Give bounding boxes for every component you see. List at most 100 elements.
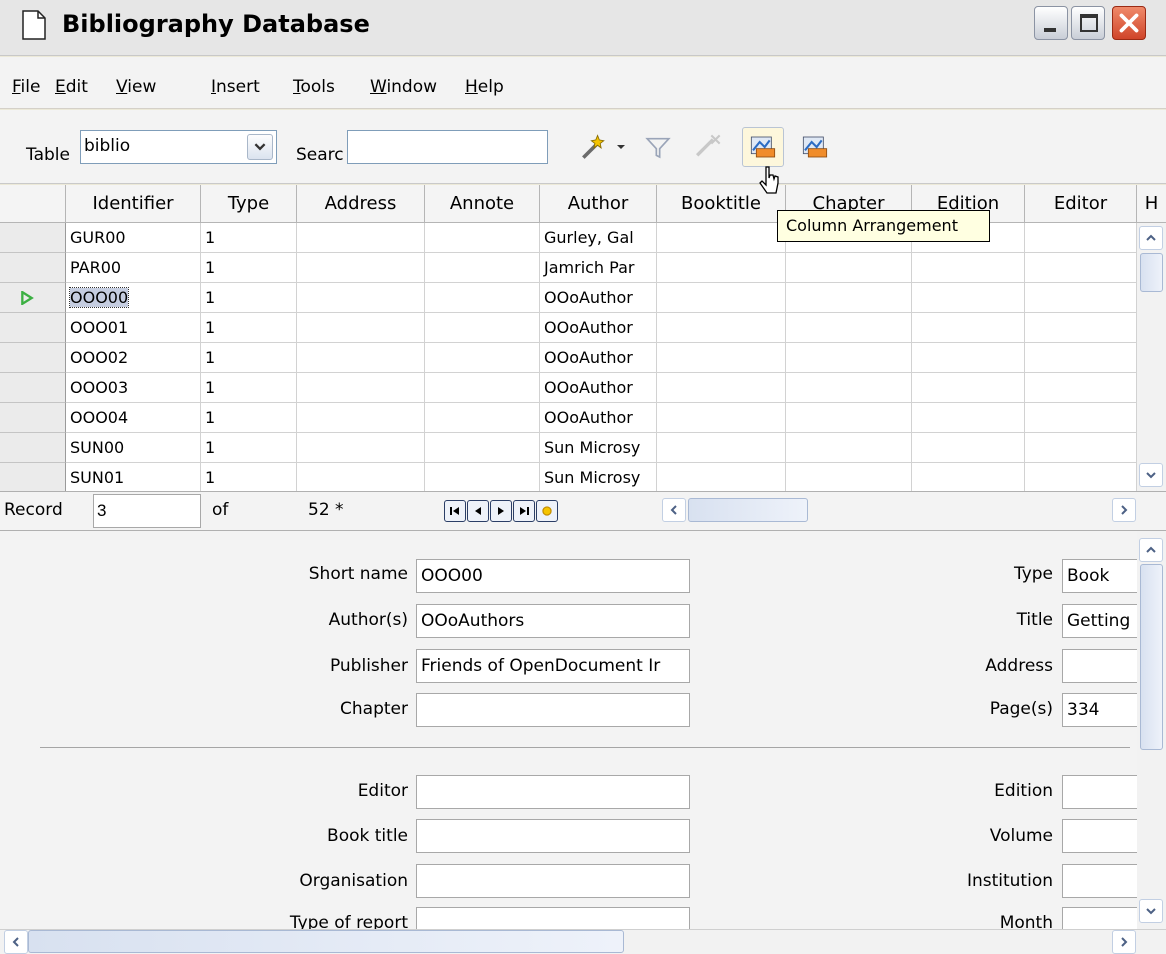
table-cell[interactable] — [425, 253, 540, 283]
column-header-annote[interactable]: Annote — [425, 185, 540, 223]
table-cell[interactable] — [297, 373, 425, 403]
table-cell[interactable]: Gurley, Gal — [540, 223, 657, 253]
table-cell[interactable] — [912, 463, 1025, 493]
table-cell[interactable]: OOoAuthor — [540, 373, 657, 403]
next-record-button[interactable] — [490, 500, 512, 522]
form-scroll-up-button[interactable] — [1139, 538, 1163, 562]
grid-scroll-thumb[interactable] — [1140, 253, 1163, 292]
data-source-icon[interactable] — [797, 129, 833, 165]
table-cell[interactable] — [425, 463, 540, 493]
table-cell[interactable]: OOO02 — [66, 343, 201, 373]
dropdown-arrow-icon[interactable] — [611, 129, 631, 165]
table-cell[interactable] — [297, 223, 425, 253]
table-cell[interactable]: 1 — [201, 343, 297, 373]
table-cell[interactable] — [1025, 373, 1137, 403]
table-cell[interactable] — [786, 403, 912, 433]
table-cell[interactable] — [912, 403, 1025, 433]
table-cell[interactable] — [786, 433, 912, 463]
table-cell[interactable]: OOoAuthor — [540, 403, 657, 433]
row-selector[interactable] — [0, 313, 66, 343]
type-select[interactable]: Book — [1062, 559, 1142, 593]
organisation-input[interactable] — [416, 864, 690, 898]
title-bar[interactable]: Bibliography Database — [0, 0, 1166, 56]
form-scroll-down-button[interactable] — [1139, 899, 1163, 923]
table-cell[interactable] — [657, 283, 786, 313]
form-scroll-left-button[interactable] — [4, 930, 28, 954]
edition-input[interactable] — [1062, 775, 1142, 809]
scroll-down-button[interactable] — [1139, 463, 1163, 487]
table-cell[interactable]: Sun Microsy — [540, 463, 657, 493]
menu-window[interactable]: Window — [370, 77, 437, 97]
month-input[interactable] — [1062, 907, 1142, 929]
menu-insert[interactable]: Insert — [211, 77, 260, 97]
first-record-button[interactable] — [444, 500, 466, 522]
table-cell[interactable]: SUN01 — [66, 463, 201, 493]
row-selector[interactable] — [0, 463, 66, 493]
record-number-input[interactable] — [93, 494, 201, 528]
table-cell[interactable] — [1025, 343, 1137, 373]
new-record-button[interactable] — [536, 500, 558, 522]
column-header-h[interactable]: H — [1137, 185, 1166, 223]
authors-input[interactable]: OOoAuthors — [416, 604, 690, 638]
table-cell[interactable] — [297, 343, 425, 373]
column-header-editor[interactable]: Editor — [1025, 185, 1137, 223]
menu-edit[interactable]: Edit — [55, 77, 88, 97]
table-cell[interactable] — [425, 433, 540, 463]
table-select[interactable]: biblio — [80, 130, 277, 164]
close-button[interactable] — [1112, 6, 1146, 40]
menu-file[interactable]: File — [12, 77, 40, 97]
form-vertical-scrollbar[interactable] — [1137, 531, 1166, 929]
volume-input[interactable] — [1062, 819, 1142, 853]
table-cell[interactable] — [1025, 463, 1137, 493]
row-selector[interactable] — [0, 433, 66, 463]
publisher-input[interactable]: Friends of OpenDocument Ir — [416, 649, 690, 683]
table-cell[interactable] — [297, 403, 425, 433]
table-cell[interactable]: OOoAuthor — [540, 313, 657, 343]
pages-input[interactable]: 334 — [1062, 693, 1142, 727]
grid-scroll-left-button[interactable] — [662, 498, 686, 522]
table-dropdown-button[interactable] — [247, 134, 273, 160]
table-cell[interactable] — [786, 463, 912, 493]
table-cell[interactable] — [786, 343, 912, 373]
table-cell[interactable] — [297, 463, 425, 493]
table-cell[interactable]: 1 — [201, 433, 297, 463]
table-cell[interactable]: 1 — [201, 463, 297, 493]
table-cell[interactable]: Sun Microsy — [540, 433, 657, 463]
menu-tools[interactable]: Tools — [293, 77, 335, 97]
table-cell[interactable] — [786, 283, 912, 313]
table-cell[interactable]: 1 — [201, 403, 297, 433]
table-cell[interactable]: SUN00 — [66, 433, 201, 463]
short-name-input[interactable]: OOO00 — [416, 559, 690, 593]
form-horizontal-scroll-thumb[interactable] — [28, 930, 624, 953]
form-scroll-thumb[interactable] — [1140, 564, 1163, 750]
column-header-type[interactable]: Type — [201, 185, 297, 223]
row-selector[interactable] — [0, 253, 66, 283]
column-arrangement-icon[interactable] — [742, 127, 784, 167]
table-cell[interactable]: 1 — [201, 253, 297, 283]
table-cell[interactable] — [657, 373, 786, 403]
table-cell[interactable] — [425, 283, 540, 313]
table-cell[interactable] — [657, 433, 786, 463]
column-header-address[interactable]: Address — [297, 185, 425, 223]
book-title-input[interactable] — [416, 819, 690, 853]
table-cell[interactable] — [1025, 223, 1137, 253]
title-input[interactable]: Getting — [1062, 604, 1142, 638]
menu-view[interactable]: View — [116, 77, 156, 97]
table-cell[interactable]: 1 — [201, 373, 297, 403]
table-cell[interactable] — [912, 253, 1025, 283]
row-selector[interactable] — [0, 283, 66, 313]
table-cell[interactable]: 1 — [201, 283, 297, 313]
table-cell[interactable]: OOoAuthor — [540, 283, 657, 313]
table-cell[interactable] — [425, 313, 540, 343]
table-cell[interactable] — [1025, 313, 1137, 343]
table-cell[interactable]: OOO04 — [66, 403, 201, 433]
table-cell[interactable] — [786, 313, 912, 343]
grid-vertical-scrollbar[interactable] — [1137, 223, 1166, 491]
table-cell[interactable]: PAR00 — [66, 253, 201, 283]
table-cell[interactable]: OOoAuthor — [540, 343, 657, 373]
grid-scroll-right-button[interactable] — [1112, 498, 1136, 522]
table-cell[interactable] — [1025, 433, 1137, 463]
table-cell[interactable] — [912, 343, 1025, 373]
table-cell[interactable]: Jamrich Par — [540, 253, 657, 283]
previous-record-button[interactable] — [467, 500, 489, 522]
